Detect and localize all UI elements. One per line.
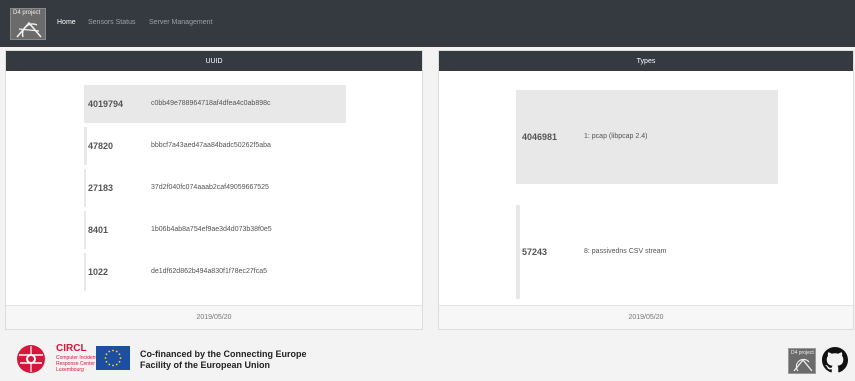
- eu-star-icon: [115, 350, 118, 353]
- types-row-bar: [516, 205, 520, 299]
- circl-logo[interactable]: [10, 343, 52, 375]
- eu-star-icon: [112, 364, 114, 367]
- footer-d4-logo[interactable]: D4 project: [788, 348, 816, 374]
- navbar: D4 project Home Sensors Status Server Ma…: [0, 0, 855, 47]
- uuid-row-label[interactable]: 1b06b4ab8a754ef9ae3d4d073b38f0e5: [151, 226, 272, 233]
- circl-name: CIRCL: [56, 343, 87, 354]
- types-card-header: Types: [439, 51, 853, 71]
- uuid-row-bar: [84, 169, 86, 207]
- brand-label: D4 project: [13, 10, 41, 16]
- uuid-row-bar: [84, 253, 86, 291]
- uuid-row-count: 47820: [88, 141, 114, 151]
- uuid-row-label[interactable]: c0bb49e788964718af4dfea4c0ab898c: [151, 100, 271, 107]
- types-row-label[interactable]: 8: passivedns CSV stream: [584, 248, 666, 255]
- uuid-row-bar: [84, 127, 87, 165]
- uuid-row-bar: [84, 211, 86, 249]
- nav-home[interactable]: Home: [57, 19, 76, 26]
- uuid-row-count: 4019794: [88, 99, 124, 109]
- eu-star-icon: [115, 363, 118, 366]
- d4-project-logo[interactable]: D4 project: [10, 8, 46, 40]
- uuid-row-label[interactable]: de1df62d862b494a830f1f78ec27fca5: [151, 268, 267, 275]
- uuid-card-header: UUID: [6, 51, 422, 71]
- uuid-row-label[interactable]: bbbcf7a43aed47aa84badc50262f5aba: [151, 142, 271, 149]
- eu-star-icon: [105, 360, 108, 363]
- eu-star-icon: [118, 353, 121, 356]
- eu-star-icon: [105, 353, 108, 356]
- eu-cofinance-line-1: Co-financed by the Connecting Europe: [140, 349, 307, 359]
- nav-server-management[interactable]: Server Management: [149, 19, 212, 26]
- d4-logo-mark-icon: [16, 21, 42, 38]
- footer-d4-mark-icon: [793, 358, 813, 372]
- github-icon[interactable]: [822, 347, 848, 373]
- types-row-count: 4046981: [522, 132, 558, 142]
- uuid-row-count: 1022: [88, 267, 109, 277]
- uuid-row-label[interactable]: 37d2f040fc074aaab2caf49059667525: [151, 184, 269, 191]
- eu-star-icon: [108, 350, 111, 353]
- uuid-row-count: 8401: [88, 225, 109, 235]
- types-card: Types 4046981 1: pcap (libpcap 2.4) 57243 8…: [438, 50, 854, 330]
- types-row-count: 57243: [522, 247, 548, 257]
- eu-star-icon: [119, 357, 122, 359]
- uuid-row-count: 27183: [88, 183, 114, 193]
- eu-star-icon: [118, 360, 121, 363]
- nav-sensors-status[interactable]: Sensors Status: [88, 19, 135, 26]
- types-card-footer: 2019/05/20: [439, 305, 853, 329]
- eu-flag-icon: [96, 346, 130, 370]
- types-row-label[interactable]: 1: pcap (libpcap 2.4): [584, 133, 647, 140]
- eu-cofinance-line-2: Facility of the European Union: [140, 360, 271, 370]
- uuid-card: UUID 4019794 c0bb49e788964718af4dfea4c0ab…: [5, 50, 423, 330]
- eu-star-icon: [104, 357, 107, 359]
- uuid-card-footer: 2019/05/20: [6, 305, 422, 329]
- eu-star-icon: [112, 349, 114, 352]
- eu-star-icon: [108, 363, 111, 366]
- circl-sub-line-3: Luxembourg: [56, 367, 84, 373]
